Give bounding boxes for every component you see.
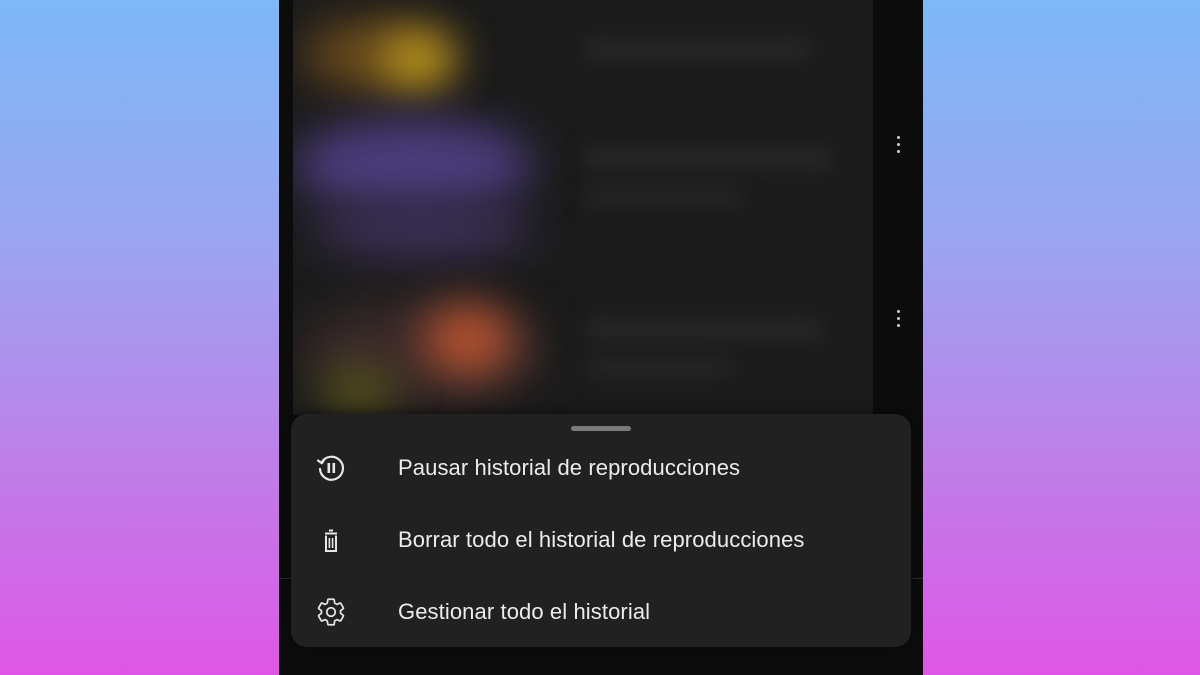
thumbnail-blur [318,370,398,410]
thumbnail-blur [423,305,513,375]
subtitle-blur [583,190,743,204]
more-options-icon[interactable] [886,303,910,333]
thumbnail-blur [313,200,533,260]
gear-icon [315,596,347,628]
pause-history-icon [315,452,347,484]
title-blur [583,40,813,58]
bottom-sheet-menu: Pausar historial de reproducciones Borra… [291,414,911,647]
thumbnail-blur [293,120,533,210]
menu-item-label: Pausar historial de reproducciones [398,455,741,480]
menu-item-label: Borrar todo el historial de reproduccion… [398,527,805,552]
subtitle-blur [583,360,733,374]
pause-history-menu-item[interactable]: Pausar historial de reproducciones [291,436,911,500]
clear-all-history-menu-item[interactable]: Borrar todo el historial de reproduccion… [291,508,911,572]
history-feed-blurred [293,0,873,415]
manage-history-menu-item[interactable]: Gestionar todo el historial [291,580,911,644]
more-options-icon[interactable] [886,129,910,159]
trash-icon [315,524,347,556]
thumbnail-blur [383,35,453,85]
title-blur [583,150,833,168]
menu-item-label: Gestionar todo el historial [398,599,651,624]
title-blur [583,320,823,338]
drag-handle[interactable] [571,426,631,431]
